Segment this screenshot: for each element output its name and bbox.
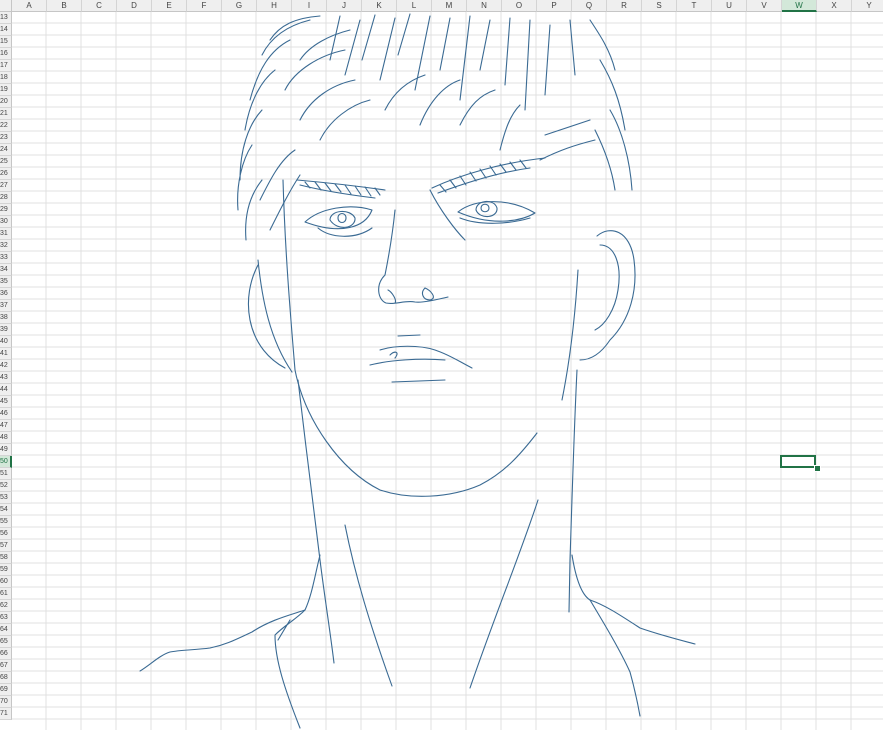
shoulder-left [139, 554, 321, 672]
right-iris [475, 200, 498, 218]
neck-muscle-left [344, 524, 393, 687]
hair-stroke [384, 74, 521, 151]
right-eyebrow [431, 157, 546, 194]
hair-stroke [284, 29, 371, 141]
hair-stroke [329, 13, 576, 111]
active-cell-selection[interactable] [780, 455, 816, 468]
shoulder-right [571, 554, 696, 645]
nose [378, 274, 449, 304]
neck-left [297, 379, 335, 664]
left-iris [329, 210, 356, 228]
hair-stroke [259, 149, 301, 231]
fill-handle[interactable] [814, 465, 821, 472]
line-art-portrait-drawing[interactable] [0, 0, 883, 730]
nose-line [429, 189, 466, 241]
neck-muscle-right [469, 499, 539, 689]
left-eyebrow [296, 179, 386, 199]
hair-stroke [589, 19, 633, 191]
nose-bridge [384, 209, 396, 276]
face-outline [282, 179, 538, 497]
jaw-right [561, 269, 579, 401]
hair-stroke [237, 15, 321, 241]
jaw-left [257, 259, 293, 373]
philtrum [397, 334, 421, 337]
left-ear [247, 264, 286, 369]
mouth [369, 345, 473, 369]
hair-stroke [539, 119, 596, 161]
lower-lip [391, 379, 446, 383]
neck-right [568, 369, 578, 613]
right-ear [579, 230, 636, 361]
collar-left [274, 609, 306, 729]
collar-right [589, 599, 641, 717]
spreadsheet: ABCDEFGHIJKLMNOPQRSTUVWXY 13 14 15 16 17 18 19… [0, 0, 883, 730]
